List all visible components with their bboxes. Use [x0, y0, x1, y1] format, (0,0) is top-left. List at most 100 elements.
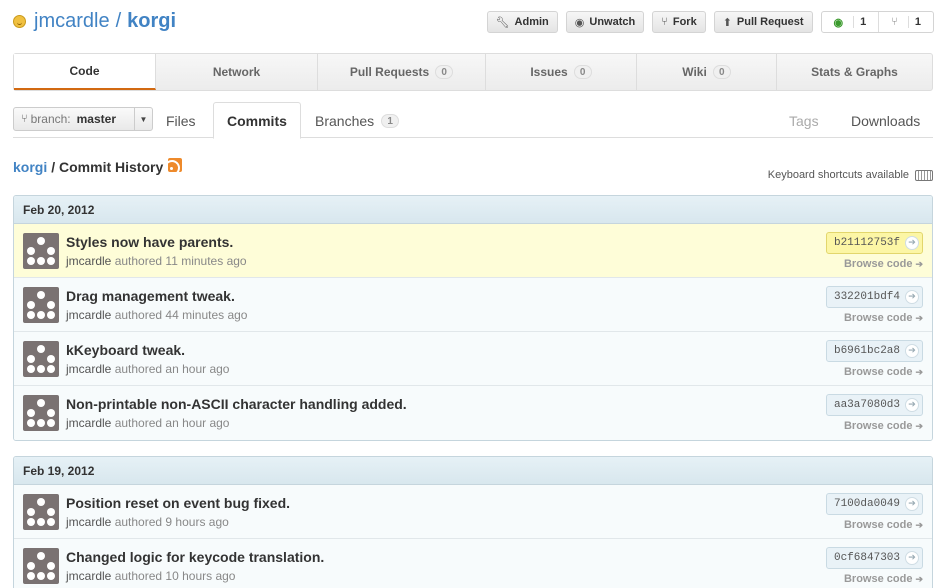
arrow-right-icon: ➔: [905, 236, 919, 250]
subtab-downloads[interactable]: Downloads: [851, 102, 920, 139]
arrow-right-icon: ➔: [915, 520, 923, 530]
commit-message[interactable]: Changed logic for keycode translation.: [66, 549, 324, 565]
commit-time: 9 hours ago: [165, 515, 229, 529]
commit-message[interactable]: Non-printable non-ASCII character handli…: [66, 396, 407, 412]
browse-code-link[interactable]: Browse code ➔: [844, 519, 923, 531]
commit-time: an hour ago: [165, 362, 230, 376]
commit-group: Feb 20, 2012 Styles now have parents. jm…: [13, 195, 933, 441]
branch-value: master: [76, 112, 116, 126]
breadcrumb-repo-link[interactable]: korgi: [13, 159, 47, 175]
rss-feed-icon[interactable]: [168, 158, 183, 172]
wrench-icon: 🔧︎: [495, 16, 510, 29]
commit-sha-button[interactable]: 7100da0049 ➔: [825, 493, 923, 515]
forks-count[interactable]: ⑂ 1: [878, 12, 933, 32]
tab-issues[interactable]: Issues 0: [486, 54, 637, 90]
commit-sha-button[interactable]: aa3a7080d3 ➔: [825, 394, 923, 416]
admin-button-label: Admin: [514, 16, 549, 28]
chevron-down-icon[interactable]: ▼: [134, 108, 152, 130]
arrow-right-icon: ➔: [915, 574, 923, 584]
commit-verb: authored: [114, 515, 163, 529]
commit-message[interactable]: Styles now have parents.: [66, 234, 233, 250]
avatar[interactable]: [23, 548, 59, 584]
avatar[interactable]: [23, 341, 59, 377]
subtab-files[interactable]: Files: [166, 102, 196, 139]
watchers-eye-icon: ◉: [833, 16, 844, 29]
commit-author[interactable]: jmcardle: [66, 515, 111, 529]
commit-group-date: Feb 20, 2012: [14, 196, 932, 224]
commit-author[interactable]: jmcardle: [66, 569, 111, 583]
fork-icon: ⑂: [661, 16, 668, 28]
tab-code[interactable]: Code: [14, 54, 156, 90]
avatar[interactable]: [23, 395, 59, 431]
commit-sha-button[interactable]: 332201bdf4 ➔: [825, 286, 923, 308]
commit-meta: jmcardle authored 10 hours ago: [66, 569, 235, 583]
unwatch-button-label: Unwatch: [589, 16, 636, 28]
branch-selector[interactable]: ⑂ branch: master ▼: [13, 107, 153, 131]
arrow-right-icon: ➔: [915, 421, 923, 431]
tab-wiki-count: 0: [712, 65, 731, 79]
watchers-count[interactable]: ◉ 1: [822, 12, 879, 32]
tab-pull-requests-count: 0: [435, 65, 454, 79]
repo-actions: 🔧︎ Admin ◉ Unwatch ⑂ Fork ⬆︎ Pull Request ◉ 1…: [486, 11, 934, 33]
arrow-right-icon: ➔: [905, 497, 919, 511]
pull-request-button[interactable]: ⬆︎ Pull Request: [713, 11, 813, 33]
tab-network[interactable]: Network: [156, 54, 318, 90]
keyboard-shortcuts-hint[interactable]: Keyboard shortcuts available: [768, 169, 933, 181]
commit-row: Drag management tweak. jmcardle authored…: [14, 278, 932, 332]
browse-code-link[interactable]: Browse code ➔: [844, 258, 923, 270]
repo-owner-link[interactable]: jmcardle: [34, 10, 110, 33]
repo-name-link[interactable]: korgi: [127, 10, 176, 33]
commit-row: kKeyboard tweak. jmcardle authored an ho…: [14, 332, 932, 386]
repo-tabs: Code Network Pull Requests 0 Issues 0 Wiki…: [13, 53, 933, 91]
commit-sha-button[interactable]: b6961bc2a8 ➔: [825, 340, 923, 362]
commit-group: Feb 19, 2012 Position reset on event bug…: [13, 456, 933, 588]
commit-row: Position reset on event bug fixed. jmcar…: [14, 485, 932, 539]
code-subnav: ⑂ branch: master ▼ Files Commits Branche…: [13, 102, 933, 139]
commit-message[interactable]: kKeyboard tweak.: [66, 342, 185, 358]
avatar[interactable]: [23, 494, 59, 530]
browse-code-link[interactable]: Browse code ➔: [844, 573, 923, 585]
commit-author[interactable]: jmcardle: [66, 362, 111, 376]
arrow-right-icon: ➔: [905, 344, 919, 358]
commit-message[interactable]: Drag management tweak.: [66, 288, 235, 304]
unwatch-button[interactable]: ◉ Unwatch: [565, 11, 645, 33]
commit-group-date: Feb 19, 2012: [14, 457, 932, 485]
repo-counts: ◉ 1 ⑂ 1: [820, 11, 934, 33]
tab-wiki[interactable]: Wiki 0: [637, 54, 777, 90]
commit-verb: authored: [114, 254, 163, 268]
pull-request-button-label: Pull Request: [736, 16, 804, 28]
avatar[interactable]: [23, 287, 59, 323]
subtab-branches-label: Branches: [315, 112, 375, 129]
branch-icon: ⑂: [21, 113, 28, 125]
browse-code-link[interactable]: Browse code ➔: [844, 366, 923, 378]
commit-time: 11 minutes ago: [165, 254, 247, 268]
commit-sha-button[interactable]: 0cf6847303 ➔: [825, 547, 923, 569]
arrow-right-icon: ➔: [915, 259, 923, 269]
keyboard-shortcuts-text: Keyboard shortcuts available: [767, 169, 909, 181]
commit-sha-button[interactable]: b21112753f ➔: [825, 232, 923, 254]
commit-sha: 332201bdf4: [833, 291, 900, 303]
tab-network-label: Network: [212, 65, 261, 79]
browse-code-link[interactable]: Browse code ➔: [844, 312, 923, 324]
commit-verb: authored: [114, 362, 163, 376]
commit-sha: aa3a7080d3: [833, 399, 900, 411]
tab-pull-requests[interactable]: Pull Requests 0: [318, 54, 486, 90]
branch-label: branch:: [30, 112, 71, 126]
commit-message[interactable]: Position reset on event bug fixed.: [66, 495, 290, 511]
commit-author[interactable]: jmcardle: [66, 254, 111, 268]
page-title-text: / Commit History: [51, 159, 164, 175]
avatar[interactable]: [23, 233, 59, 269]
subtab-tags[interactable]: Tags: [789, 102, 819, 139]
browse-code-link[interactable]: Browse code ➔: [844, 420, 923, 432]
commit-row: Styles now have parents. jmcardle author…: [14, 224, 932, 278]
forks-count-value: 1: [907, 16, 927, 28]
subtab-commits[interactable]: Commits: [213, 102, 301, 139]
browse-code-label: Browse code: [843, 573, 913, 585]
fork-button[interactable]: ⑂ Fork: [652, 11, 706, 33]
subtab-branches[interactable]: Branches 1: [315, 102, 400, 139]
tab-stats-graphs[interactable]: Stats & Graphs: [777, 54, 932, 90]
admin-button[interactable]: 🔧︎ Admin: [486, 11, 558, 33]
commit-meta: jmcardle authored 44 minutes ago: [66, 308, 247, 322]
commit-author[interactable]: jmcardle: [66, 308, 111, 322]
commit-author[interactable]: jmcardle: [66, 416, 111, 430]
